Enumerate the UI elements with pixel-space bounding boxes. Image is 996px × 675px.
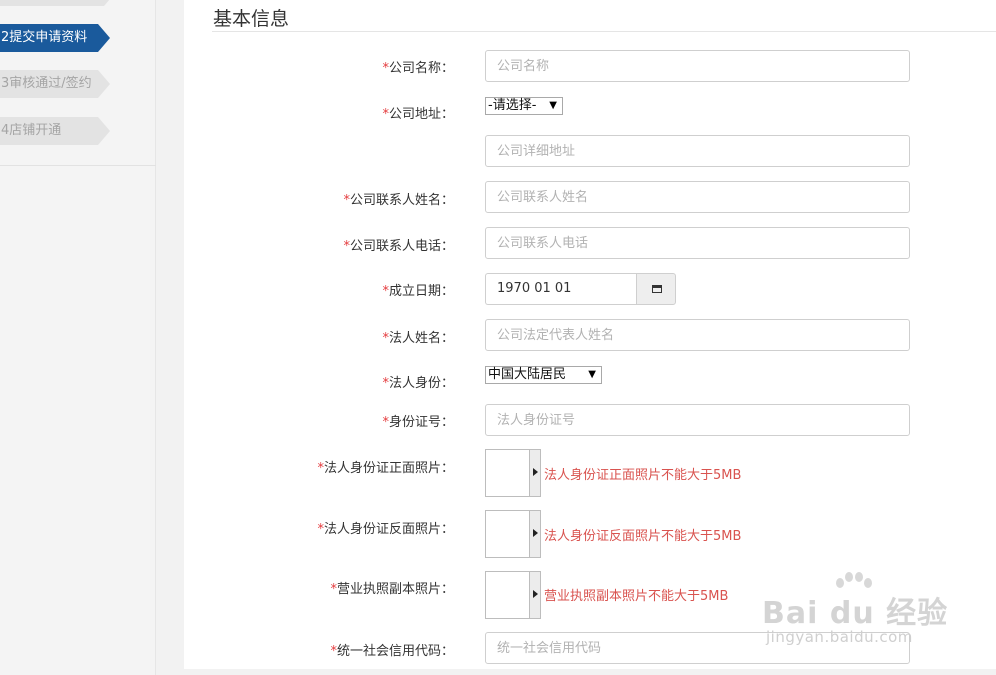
step-3-label: 3审核通过/签约 (1, 76, 92, 91)
id-front-photo-hint: 法人身份证正面照片不能大于5MB (544, 468, 742, 483)
company-name-label: *公司名称： (382, 61, 454, 76)
license-photo-hint: 营业执照副本照片不能大于5MB (544, 589, 729, 604)
contact-phone-input[interactable] (485, 227, 910, 259)
dropdown-arrow-icon: ▼ (549, 100, 557, 111)
id-back-photo-label: *法人身份证反面照片： (317, 522, 454, 537)
license-photo-upload[interactable] (485, 571, 541, 619)
step-3-review-sign[interactable]: 3审核通过/签约 (0, 70, 110, 98)
calendar-button[interactable] (636, 273, 676, 305)
step-1[interactable] (0, 0, 116, 6)
credit-code-label: *统一社会信用代码： (330, 644, 454, 659)
legal-identity-label: *法人身份： (382, 376, 454, 391)
step-4-label: 4店铺开通 (1, 123, 62, 138)
baidu-jingyan-watermark: Bai du 经验 jingyan.baidu.com (760, 568, 950, 658)
legal-name-input[interactable] (485, 319, 910, 351)
id-back-photo-hint: 法人身份证反面照片不能大于5MB (544, 529, 742, 544)
legal-identity-select[interactable]: 中国大陆居民 ▼ (485, 366, 602, 384)
license-photo-label: *营业执照副本照片： (330, 582, 454, 597)
id-front-photo-label: *法人身份证正面照片： (317, 461, 454, 476)
id-front-photo-upload[interactable] (485, 449, 541, 497)
step-4-store-open[interactable]: 4店铺开通 (0, 117, 110, 145)
play-arrow-icon (533, 529, 538, 537)
company-address-label: *公司地址： (382, 107, 454, 122)
play-arrow-icon (533, 468, 538, 476)
contact-phone-label: *公司联系人电话： (343, 239, 454, 254)
id-number-label: *身份证号： (382, 415, 454, 430)
step-2-submit-application[interactable]: 2提交申请资料 (0, 24, 110, 52)
sidebar-divider (0, 165, 156, 166)
company-name-input[interactable] (485, 50, 910, 82)
upload-expand-button[interactable] (529, 572, 540, 618)
play-arrow-icon (533, 590, 538, 598)
contact-name-input[interactable] (485, 181, 910, 213)
step-sidebar: 2提交申请资料 3审核通过/签约 4店铺开通 (0, 0, 156, 675)
upload-expand-button[interactable] (529, 450, 540, 496)
id-back-photo-upload[interactable] (485, 510, 541, 558)
id-number-input[interactable] (485, 404, 910, 436)
watermark-brand: Bai du 经验 (762, 596, 949, 631)
upload-expand-button[interactable] (529, 511, 540, 557)
contact-name-label: *公司联系人姓名： (343, 193, 454, 208)
established-date-input[interactable]: 1970 01 01 (485, 273, 636, 305)
step-2-label: 2提交申请资料 (1, 30, 88, 45)
dropdown-arrow-icon: ▼ (588, 369, 596, 380)
section-divider (212, 31, 996, 32)
watermark-site: jingyan.baidu.com (766, 628, 913, 646)
company-detail-address-input[interactable] (485, 135, 910, 167)
legal-name-label: *法人姓名： (382, 331, 454, 346)
address-region-select[interactable]: -请选择- ▼ (485, 97, 563, 115)
page: 2提交申请资料 3审核通过/签约 4店铺开通 基本信息 *公司名称： *公司地址… (0, 0, 996, 675)
calendar-icon (652, 285, 662, 293)
established-date-label: *成立日期： (382, 284, 454, 299)
section-title: 基本信息 (213, 8, 290, 30)
